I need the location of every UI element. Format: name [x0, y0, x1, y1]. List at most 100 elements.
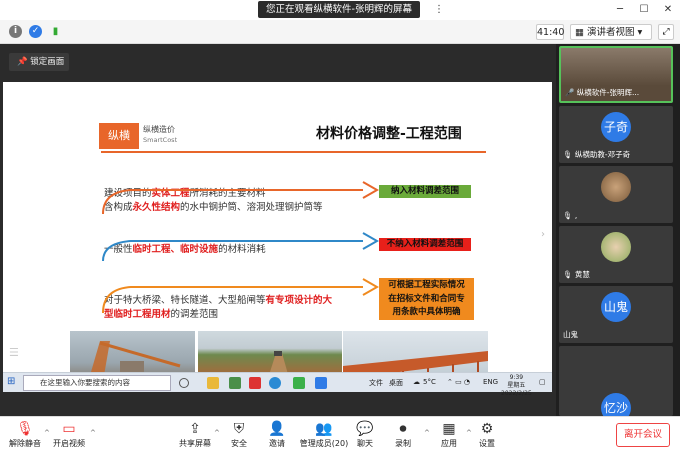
construction-photo-3	[343, 331, 488, 372]
video-off-icon: ▭	[62, 421, 76, 437]
logo-name: 纵横造价 SmartCost	[143, 125, 177, 145]
participant-tile[interactable]: 🎤 纵横软件-张明辉...	[559, 46, 673, 103]
logo: 纵横	[99, 123, 139, 149]
avatar: 子奇	[601, 112, 631, 142]
slide-title: 材料价格调整-工程范围	[316, 126, 462, 142]
share-screen-button[interactable]: ⇪ 共享屏幕	[172, 420, 218, 449]
cortana-icon[interactable]	[179, 378, 189, 388]
participant-name: 🎙 ,	[563, 211, 577, 220]
presentation-slide: 纵横 纵横造价 SmartCost 材料价格调整-工程范围 建设项目的实体工程所…	[3, 82, 552, 372]
participant-name: 山鬼	[563, 330, 578, 339]
info-icon[interactable]: i	[9, 25, 22, 38]
lock-view-button[interactable]: 📌 锁定画面	[9, 53, 69, 71]
maximize-icon[interactable]: ☐	[637, 3, 651, 17]
collapse-panel-icon[interactable]: ›	[541, 229, 545, 240]
tag-line: 可根据工程实际情况	[388, 280, 465, 290]
grid-icon: ▦	[575, 27, 587, 38]
avatar: 山鬼	[601, 292, 631, 322]
toolbar-label: 文件	[369, 379, 383, 387]
tray-icons[interactable]: ⌃ ▭ ◔	[447, 378, 470, 386]
video-thumbnail	[561, 48, 671, 86]
chevron-up-icon[interactable]: ^	[90, 429, 96, 437]
apps-label: 应用	[441, 439, 457, 448]
meeting-toolbar: 🎙 解除静音 ^ ▭ 开启视频 ^ ⇪ 共享屏幕 ^ ⛨ 安全 👤 邀请 👥 管理成员(20…	[0, 416, 680, 453]
gear-icon: ⚙	[480, 421, 494, 437]
participant-tile[interactable]: 山鬼 山鬼	[559, 286, 673, 343]
mic-icon: 🎤	[565, 88, 577, 97]
unmute-label: 解除静音	[9, 439, 41, 448]
participant-name: 🎙 黄慧	[563, 269, 590, 280]
settings-label: 设置	[479, 439, 495, 448]
participant-name-text: 纵横软件-张明辉...	[576, 88, 640, 97]
participant-panel: 🎤 纵横软件-张明辉... 子奇 🎙 纵横助教-邓子奇 🎙 , 🎙 黄慧 山鬼 …	[556, 44, 680, 416]
weather-icon: ☁	[413, 378, 420, 386]
window-title-bar: 您正在观看纵横软件-张明辉的屏幕 ⋮ ─ ☐ ✕	[0, 0, 680, 20]
edge-icon[interactable]	[269, 377, 281, 389]
speaker-view-button[interactable]: ▦ 演讲者视图 ▾	[570, 24, 652, 40]
title-divider	[101, 151, 486, 153]
fullscreen-icon[interactable]: ⤢	[658, 24, 674, 40]
shield-icon[interactable]: ✓	[29, 25, 42, 38]
participant-tile[interactable]: 忆沙	[559, 346, 673, 416]
notification-icon[interactable]: ▢	[539, 378, 546, 386]
lock-view-label: 锁定画面	[30, 57, 65, 67]
file-explorer-icon[interactable]	[207, 377, 219, 389]
construction-photo-1	[70, 331, 195, 372]
close-icon[interactable]: ✕	[661, 3, 675, 17]
unmute-button[interactable]: 🎙 解除静音	[2, 420, 48, 449]
taskbar-clock[interactable]: 9:39 星期五 2022/2/25	[501, 374, 532, 398]
mic-muted-icon: 🎙	[16, 421, 34, 437]
bridge-illustration	[343, 351, 488, 372]
crane-illustration	[91, 341, 181, 372]
logo-name-cn: 纵横造价	[143, 125, 175, 134]
leave-meeting-button[interactable]: 离开会议	[616, 423, 670, 447]
start-video-button[interactable]: ▭ 开启视频	[46, 420, 92, 449]
app-icon[interactable]	[229, 377, 241, 389]
avatar	[601, 232, 631, 262]
clock-day: 星期五	[507, 382, 526, 389]
arrow-3	[102, 278, 380, 314]
windows-taskbar: ⊞ 在这里输入你要搜索的内容 文件 桌面 ☁ 5°C ⌃ ▭ ◔ ENG 9:3…	[3, 372, 552, 397]
wps-icon[interactable]	[249, 377, 261, 389]
signal-icon[interactable]: ▮	[49, 25, 62, 38]
tag-include: 纳入材料调差范围	[379, 185, 471, 198]
tag-line: 在招标文件和合同专	[388, 293, 465, 304]
speaker-view-label: 演讲者视图	[587, 27, 635, 38]
shared-screen-area: 📌 锁定画面 纵横 纵横造价 SmartCost 材料价格调整-工程范围 建设项…	[0, 44, 556, 416]
list-icon[interactable]: ☰	[9, 346, 19, 359]
participant-tile[interactable]: 🎙 黄慧	[559, 226, 673, 283]
share-screen-icon: ⇪	[189, 421, 201, 437]
minimize-icon[interactable]: ─	[613, 3, 627, 17]
windows-start-icon[interactable]: ⊞	[7, 377, 17, 387]
taskbar-search-input[interactable]: 在这里输入你要搜索的内容	[23, 375, 171, 391]
construction-photo-2	[198, 331, 342, 372]
clock-time: 9:39	[509, 374, 524, 381]
avatar: 忆沙	[601, 393, 631, 416]
participant-tile[interactable]: 🎙 ,	[559, 166, 673, 223]
mic-muted-icon: 🎙	[563, 270, 575, 279]
participant-tile[interactable]: 子奇 🎙 纵横助教-邓子奇	[559, 106, 673, 163]
share-banner: 您正在观看纵横软件-张明辉的屏幕	[258, 1, 420, 18]
share-screen-label: 共享屏幕	[179, 439, 211, 448]
invite-label: 邀请	[269, 439, 285, 448]
input-language[interactable]: ENG	[483, 378, 498, 386]
arrow-2	[102, 232, 380, 262]
add-user-icon: 👤	[268, 421, 286, 437]
record-button[interactable]: ⏺ 录制	[380, 420, 426, 449]
meeting-info-bar: i ✓ ▮ 41:40 ▦ 演讲者视图 ▾ ⤢	[0, 20, 680, 44]
mic-muted-icon: 🎙	[563, 211, 575, 220]
wechat-icon[interactable]	[293, 377, 305, 389]
banner-menu-icon[interactable]: ⋮	[432, 3, 446, 17]
meeting-app-icon[interactable]	[315, 377, 327, 389]
participant-name-text: ,	[574, 211, 578, 220]
chevron-down-icon: ▾	[634, 27, 643, 38]
clock-date: 2022/2/25	[501, 390, 532, 397]
settings-button[interactable]: ⚙ 设置	[464, 420, 510, 449]
record-label: 录制	[395, 439, 411, 448]
invite-button[interactable]: 👤 邀请	[254, 420, 300, 449]
logo-name-en: SmartCost	[143, 136, 178, 144]
chat-label: 聊天	[357, 439, 373, 448]
arrow-1	[102, 181, 380, 215]
participant-name: 🎙 纵横助教-邓子奇	[563, 149, 630, 160]
meeting-timer: 41:40	[536, 24, 564, 40]
